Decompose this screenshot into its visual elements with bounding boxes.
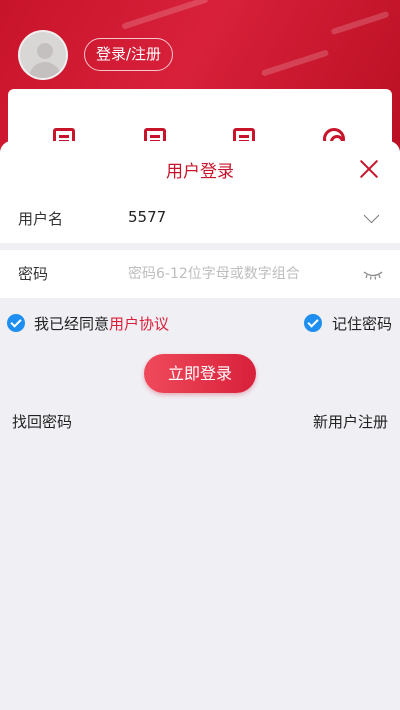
password-label: 密码 [18, 265, 49, 283]
username-field[interactable]: 5577 [128, 208, 166, 226]
close-icon[interactable] [356, 156, 382, 182]
login-register-button[interactable]: 登录/注册 [84, 38, 174, 71]
user-agreement-link[interactable]: 用户协议 [109, 315, 169, 333]
login-button[interactable]: 立即登录 [144, 354, 256, 393]
sheet-header: 用户登录 [0, 141, 400, 195]
register-link[interactable]: 新用户注册 [313, 411, 388, 432]
decorative-streak [121, 0, 209, 30]
decorative-streak [330, 10, 390, 36]
chevron-down-icon[interactable] [363, 207, 380, 224]
eye-closed-icon[interactable] [362, 267, 384, 281]
username-label: 用户名 [18, 210, 64, 228]
agreement-text: 我已经同意用户协议 [34, 313, 169, 334]
agreement-checkbox[interactable] [7, 314, 25, 332]
agreement-prefix: 我已经同意 [34, 315, 110, 333]
sheet-title: 用户登录 [166, 162, 234, 182]
remember-password-checkbox[interactable] [304, 314, 322, 332]
remember-password-label: 记住密码 [332, 315, 393, 333]
avatar[interactable] [18, 30, 68, 80]
username-row[interactable]: 用户名 5577 [0, 195, 400, 243]
password-row[interactable]: 密码 [0, 250, 400, 298]
recover-password-link[interactable]: 找回密码 [12, 411, 72, 432]
decorative-streak [260, 49, 330, 77]
password-field[interactable] [128, 258, 343, 290]
login-sheet: 用户登录 用户名 5577 密码 我已经同意用户协议 记住密码 立即登录 找回密… [0, 141, 400, 710]
